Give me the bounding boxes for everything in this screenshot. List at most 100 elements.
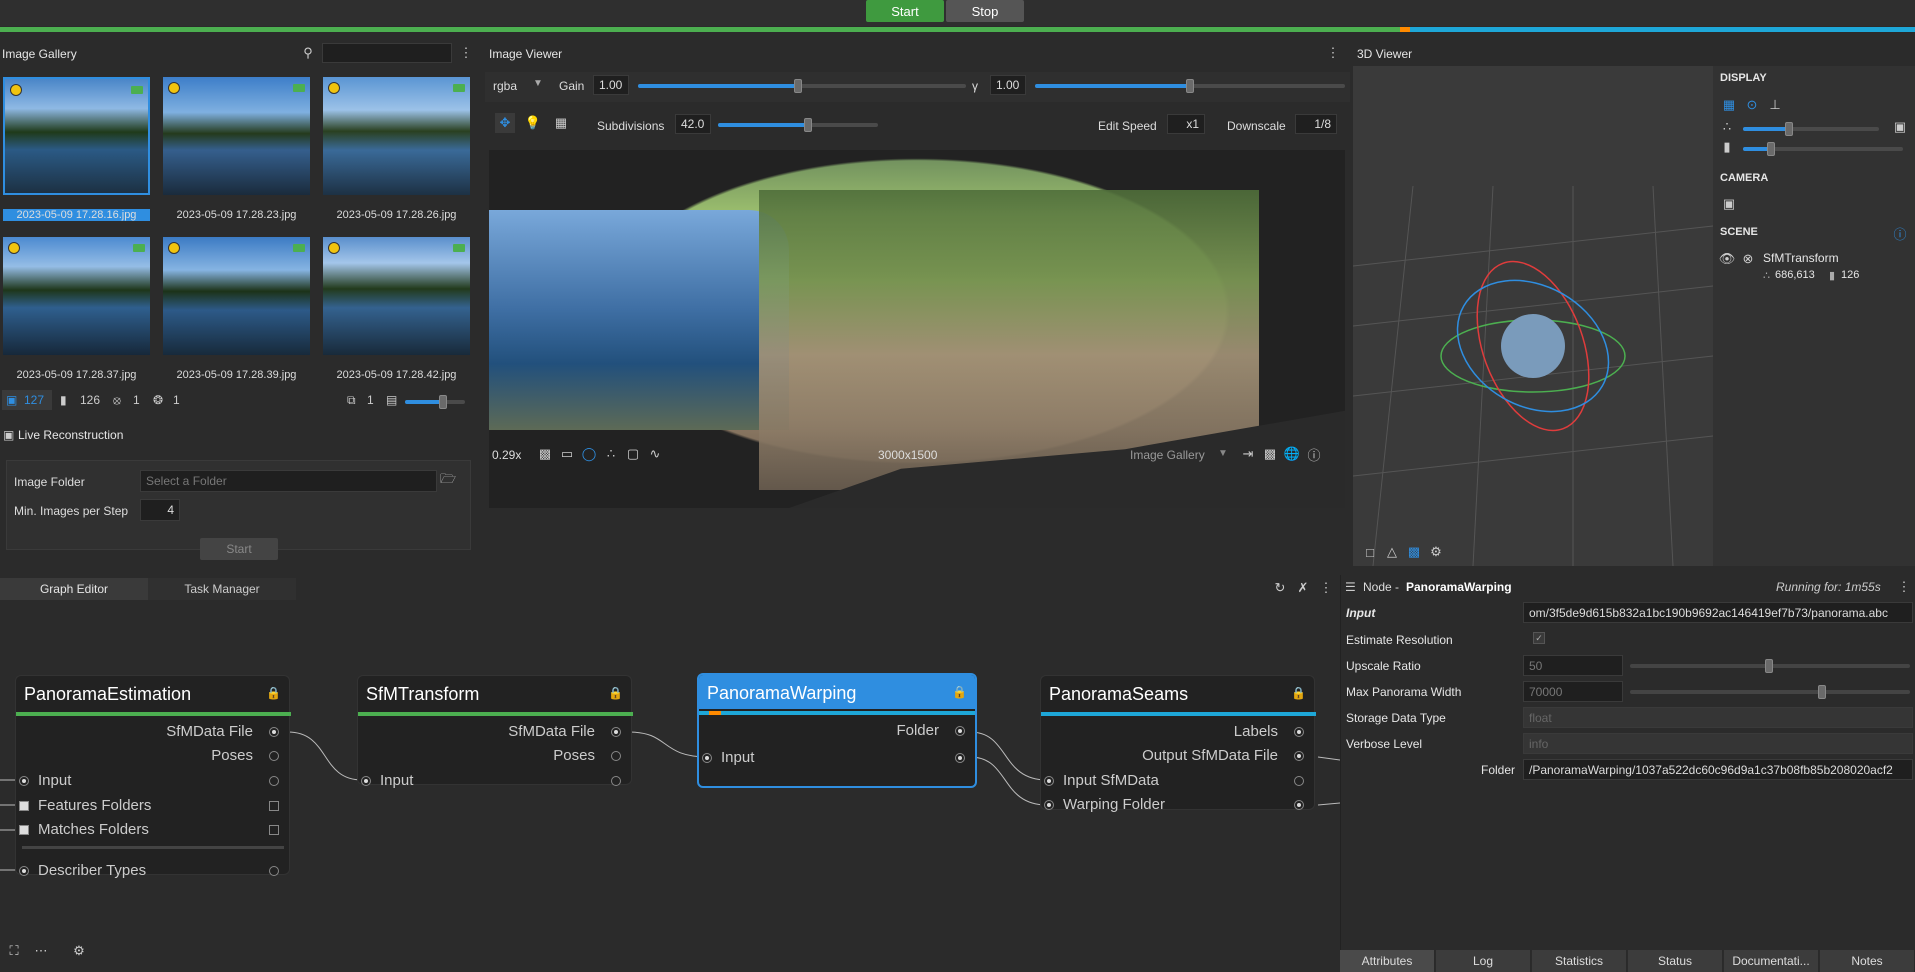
histogram-icon[interactable]: ▩ (1262, 446, 1278, 462)
output-pin[interactable] (269, 751, 279, 761)
filter-images-button[interactable]: ▣ 127 (2, 390, 52, 410)
sphere-icon[interactable]: ◯ (581, 446, 597, 462)
hatch-icon[interactable]: ▩ (537, 446, 553, 462)
output-pin[interactable] (1294, 800, 1304, 810)
node-panorama-warping[interactable]: PanoramaWarping 🔒 Folder Input (697, 673, 977, 788)
gamma-value[interactable]: 1.00 (990, 75, 1026, 95)
gallery-thumb[interactable] (3, 77, 150, 195)
tab-statistics[interactable]: Statistics (1532, 950, 1627, 972)
frame-icon[interactable]: ▭ (559, 446, 575, 462)
upscale-ratio-field[interactable]: 50 (1523, 655, 1623, 676)
output-pin[interactable] (611, 776, 621, 786)
image-folder-input[interactable]: Select a Folder (140, 470, 437, 492)
warning-icon[interactable]: △ (1385, 544, 1399, 559)
output-pin[interactable] (269, 801, 279, 811)
verbose-level-select[interactable]: info (1523, 733, 1913, 754)
upscale-ratio-slider[interactable] (1630, 659, 1910, 673)
light-icon[interactable]: 💡 (523, 113, 543, 133)
input-pin[interactable] (19, 866, 29, 876)
move-icon[interactable]: ✥ (495, 113, 515, 133)
storage-data-type-select[interactable]: float (1523, 707, 1913, 728)
stop-button[interactable]: Stop (946, 0, 1024, 22)
node-panorama-estimation[interactable]: PanoramaEstimation 🔒 SfMData File Poses … (15, 675, 291, 879)
estimate-resolution-checkbox[interactable]: ✓ (1533, 632, 1545, 644)
output-folder-field[interactable]: /PanoramaWarping/1037a522dc60c96d9a1c37b… (1523, 759, 1913, 780)
gallery-thumb[interactable] (323, 237, 470, 355)
chevron-down-icon[interactable]: ▼ (1218, 448, 1228, 459)
camera-snapshot-icon[interactable]: ▣ (1720, 195, 1738, 213)
tab-attributes[interactable]: Attributes (1340, 950, 1435, 972)
grid-icon[interactable]: ▦ (551, 113, 571, 133)
edit-speed-spinbox[interactable]: x1 (1167, 114, 1205, 134)
gear-icon[interactable]: ⚙ (1429, 544, 1443, 559)
gallery-thumb[interactable] (3, 237, 150, 355)
output-pin[interactable] (611, 751, 621, 761)
chevron-down-icon[interactable]: ▼ (533, 78, 543, 89)
input-pin[interactable] (19, 776, 29, 786)
tab-status[interactable]: Status (1628, 950, 1723, 972)
channel-select[interactable]: rgba (493, 79, 517, 93)
curve-icon[interactable]: ∿ (647, 446, 663, 462)
output-pin[interactable] (269, 776, 279, 786)
output-pin[interactable] (611, 727, 621, 737)
points-icon[interactable]: ∴ (603, 446, 619, 462)
info-icon[interactable]: ⓘ (1306, 446, 1322, 463)
input-pin[interactable] (1044, 776, 1054, 786)
gallery-thumb[interactable] (323, 77, 470, 195)
input-pin[interactable] (702, 753, 712, 763)
search-icon[interactable]: ⚲ (300, 45, 316, 61)
start-button[interactable]: Start (866, 0, 944, 22)
camera-icon[interactable]: ▮ (60, 393, 67, 407)
output-pin[interactable] (269, 727, 279, 737)
layout-icon[interactable]: ⋯ (33, 943, 49, 959)
gain-value[interactable]: 1.00 (593, 75, 629, 95)
viewer-source-select[interactable]: Image Gallery (1130, 448, 1205, 462)
eye-icon[interactable]: 👁 (1719, 251, 1736, 266)
group-icon[interactable]: ⧉ (347, 393, 356, 408)
no-intrinsics-icon[interactable]: ⦻ (113, 393, 121, 408)
input-pin[interactable] (361, 776, 371, 786)
input-path-field[interactable]: om/3f5de9d615b832a1bc190b9692ac146419ef7… (1523, 602, 1913, 623)
info-icon[interactable]: ⓘ (1893, 226, 1907, 242)
input-pin[interactable] (19, 801, 29, 811)
export-icon[interactable]: ⇥ (1240, 446, 1256, 462)
folder-icon[interactable]: 🗁 (440, 471, 456, 489)
output-pin[interactable] (1294, 751, 1304, 761)
globe-icon[interactable]: 🌐 (1284, 446, 1300, 462)
gain-slider[interactable] (638, 79, 966, 93)
input-pin[interactable] (19, 825, 29, 835)
gallery-thumb[interactable] (163, 77, 310, 195)
camera-scale-slider[interactable] (1743, 142, 1903, 156)
3d-viewport[interactable] (1353, 66, 1713, 566)
input-pin[interactable] (1044, 800, 1054, 810)
tab-documentation[interactable]: Documentati... (1724, 950, 1819, 972)
visibility-icon[interactable]: ⊗ (1741, 251, 1755, 266)
node-sfm-transform[interactable]: SfMTransform 🔒 SfMData File Poses Input (357, 675, 633, 789)
grid-icon[interactable]: ▦ (1720, 96, 1738, 114)
point-size-slider[interactable] (1743, 122, 1879, 136)
fixed-size-icon[interactable]: ▣ (1893, 119, 1907, 134)
min-images-spinbox[interactable]: 4 (140, 499, 180, 521)
output-pin[interactable] (955, 753, 965, 763)
axis-icon[interactable]: ⊥ (1766, 96, 1784, 114)
thumbnail-size-slider[interactable] (405, 395, 465, 409)
square-icon[interactable]: □ (1363, 545, 1377, 560)
rectangle-icon[interactable]: ▢ (625, 446, 641, 462)
output-pin[interactable] (269, 825, 279, 835)
more-menu-icon[interactable]: ⋮ (1896, 579, 1912, 595)
max-panorama-width-field[interactable]: 70000 (1523, 681, 1623, 702)
gallery-thumb[interactable] (163, 237, 310, 355)
more-menu-icon[interactable]: ⋮ (1325, 45, 1341, 61)
scene-item-name[interactable]: SfMTransform (1763, 251, 1839, 265)
output-pin[interactable] (1294, 727, 1304, 737)
gallery-search-input[interactable] (322, 43, 452, 63)
tab-log[interactable]: Log (1436, 950, 1531, 972)
node-panorama-seams[interactable]: PanoramaSeams 🔒 Labels Output SfMData Fi… (1040, 675, 1316, 813)
more-menu-icon[interactable]: ⋮ (458, 45, 474, 61)
output-pin[interactable] (1294, 776, 1304, 786)
aperture-icon[interactable]: ❂ (153, 393, 163, 407)
subdivisions-slider[interactable] (718, 118, 878, 132)
subdivisions-value[interactable]: 42.0 (675, 114, 711, 134)
output-pin[interactable] (269, 866, 279, 876)
hatch-icon[interactable]: ▩ (1407, 544, 1421, 559)
